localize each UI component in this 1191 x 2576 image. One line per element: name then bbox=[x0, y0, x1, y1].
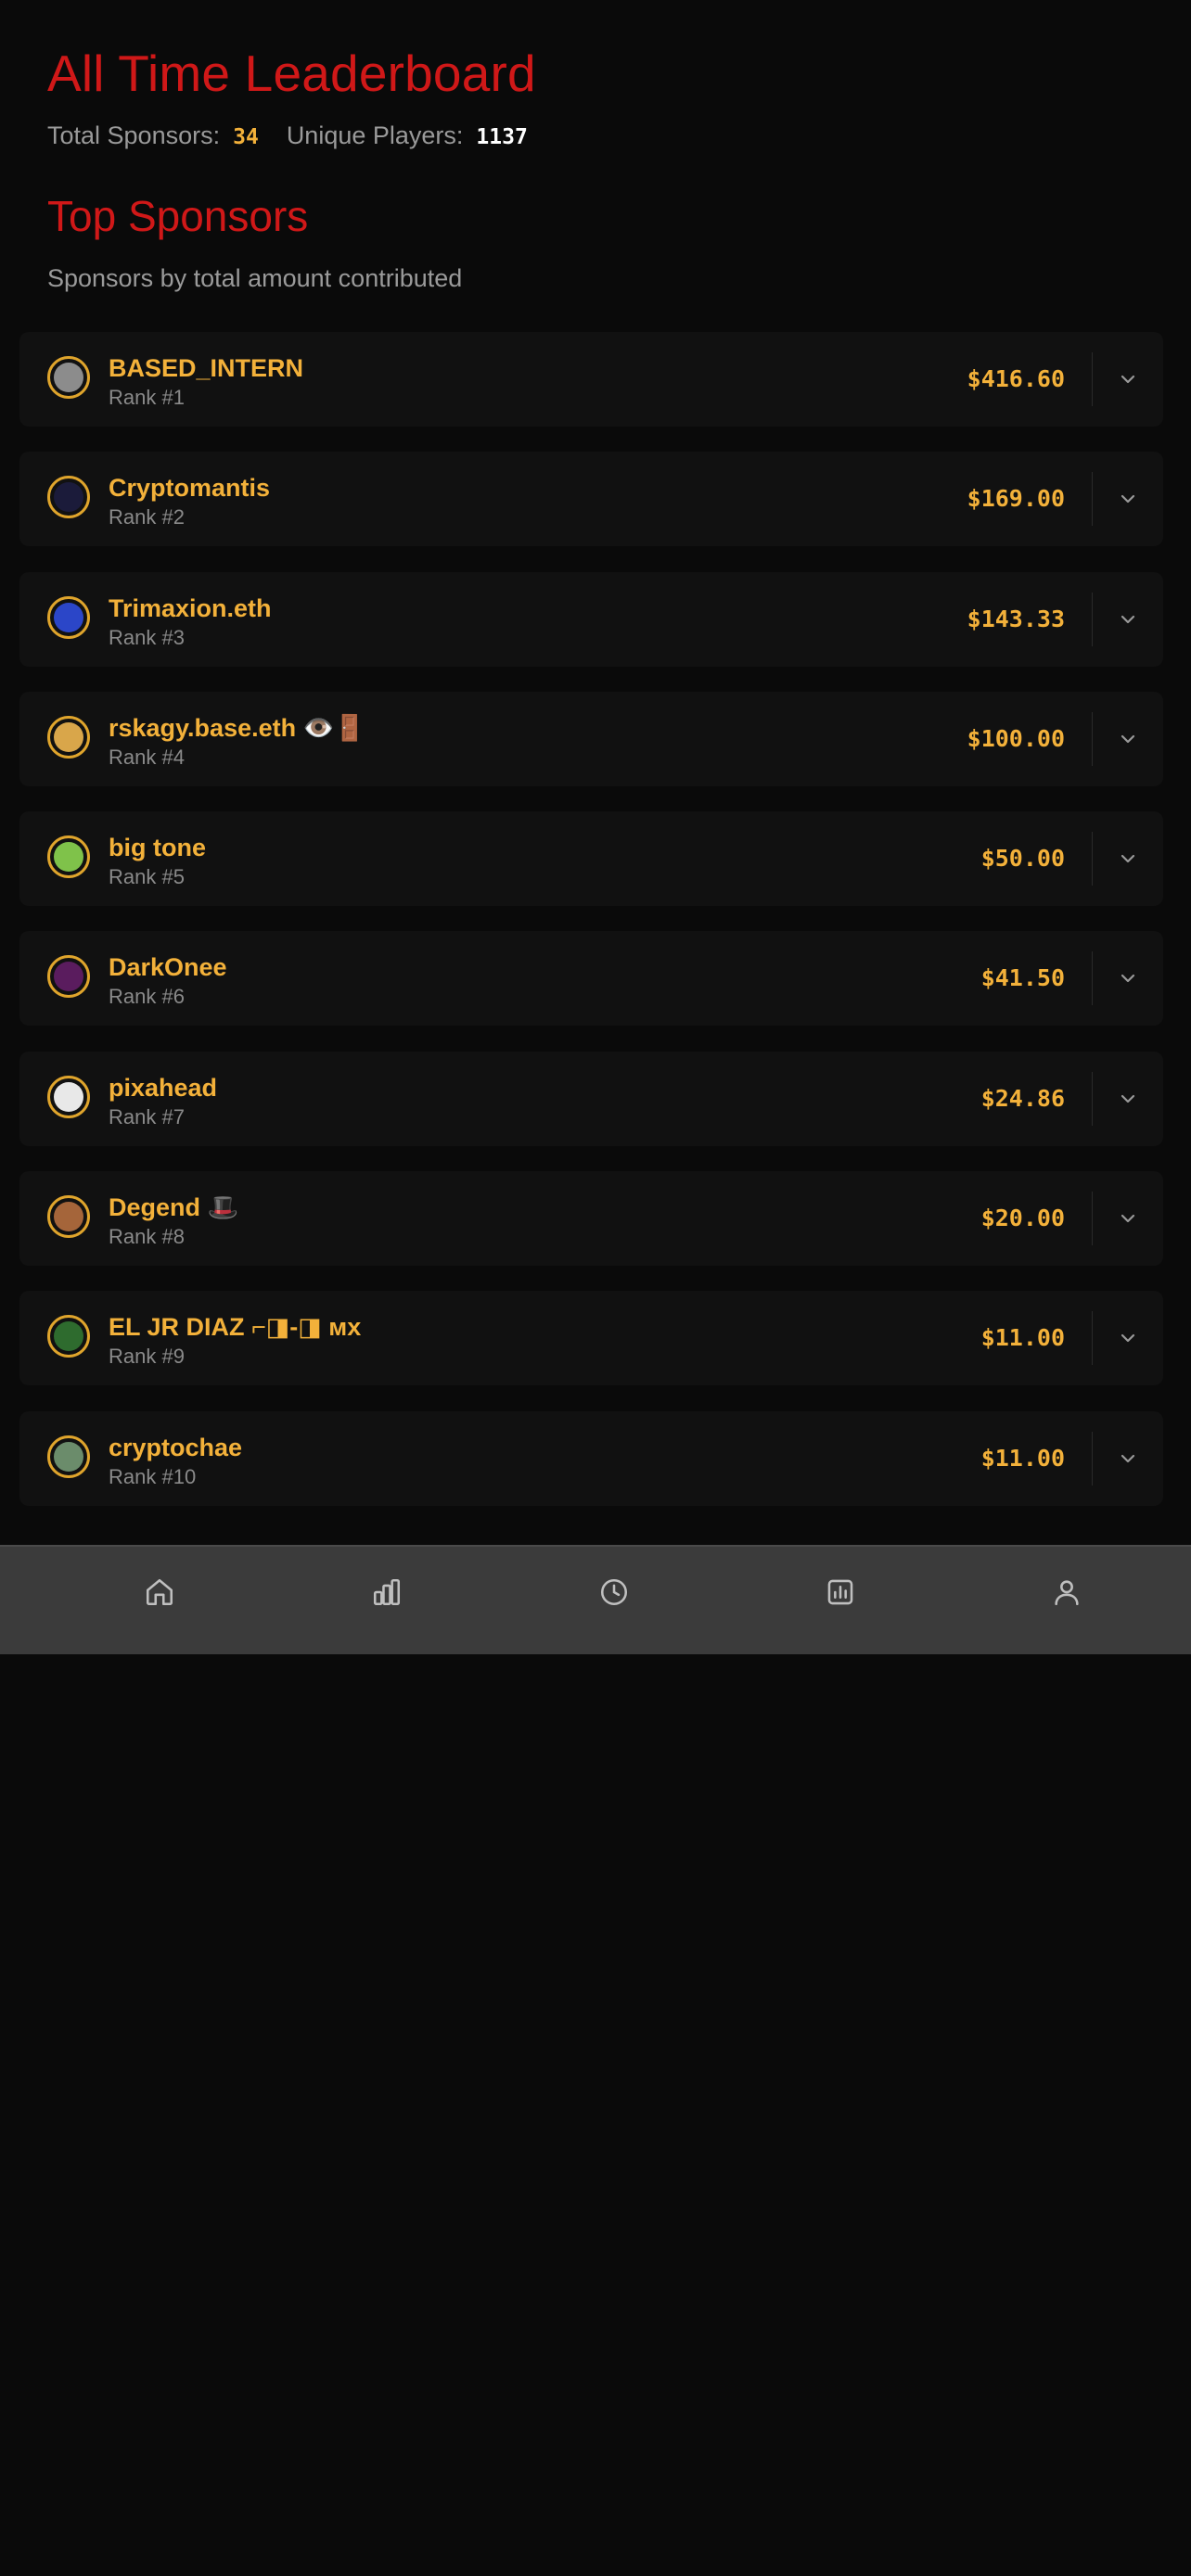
sponsor-rank: Rank #1 bbox=[109, 386, 185, 409]
sponsor-amount: $50.00 bbox=[980, 845, 1065, 873]
chevron-down-icon bbox=[1121, 1214, 1135, 1223]
chevron-down-icon bbox=[1121, 1454, 1135, 1462]
sponsor-row[interactable]: Degend 🎩 Rank #8 $20.00 bbox=[19, 1171, 1163, 1267]
sponsor-amount: $11.00 bbox=[980, 1444, 1065, 1472]
total-sponsors-label: Total Sponsors: bbox=[47, 121, 221, 149]
unique-players-label: Unique Players: bbox=[286, 121, 464, 149]
sponsor-name: Degend 🎩 bbox=[109, 1193, 239, 1222]
bottom-nav bbox=[0, 1545, 1191, 1654]
expand-button[interactable] bbox=[1111, 962, 1145, 995]
avatar bbox=[47, 1315, 90, 1358]
sponsor-row[interactable]: rskagy.base.eth 👁️🚪 Rank #4 $100.00 bbox=[19, 691, 1163, 786]
sponsor-rank: Rank #4 bbox=[109, 745, 185, 769]
sponsor-list: BASED_INTERN Rank #1 $416.60 Cryptomanti… bbox=[19, 332, 1163, 1531]
avatar bbox=[47, 835, 90, 879]
chevron-down-icon bbox=[1121, 975, 1135, 983]
avatar bbox=[47, 476, 90, 519]
page-title: All Time Leaderboard bbox=[47, 45, 536, 102]
expand-button[interactable] bbox=[1111, 722, 1145, 756]
nav-stats[interactable] bbox=[820, 1572, 861, 1613]
sponsor-rank: Rank #5 bbox=[109, 865, 185, 889]
sponsor-rank: Rank #9 bbox=[109, 1345, 185, 1369]
nav-leaderboard[interactable] bbox=[366, 1572, 407, 1613]
sponsor-name: Trimaxion.eth bbox=[109, 593, 272, 622]
sponsor-rank: Rank #3 bbox=[109, 625, 185, 649]
chevron-down-icon bbox=[1121, 495, 1135, 504]
sponsor-name: Cryptomantis bbox=[109, 474, 271, 503]
leaderboard-header: All Time Leaderboard Total Sponsors: 34 Un… bbox=[47, 37, 1142, 156]
total-sponsors-value: 34 bbox=[233, 125, 259, 149]
section-subtitle: Sponsors by total amount contributed bbox=[47, 264, 463, 292]
sponsor-name: BASED_INTERN bbox=[109, 354, 304, 382]
avatar bbox=[47, 595, 90, 639]
avatar bbox=[47, 1435, 90, 1478]
chevron-down-icon bbox=[1121, 1094, 1135, 1103]
user-icon bbox=[1055, 1580, 1079, 1606]
expand-button[interactable] bbox=[1111, 1442, 1145, 1475]
leaderboard-page: All Time Leaderboard Total Sponsors: 34 Un… bbox=[0, 0, 1191, 2576]
nav-home[interactable] bbox=[139, 1572, 180, 1613]
expand-button[interactable] bbox=[1111, 1082, 1145, 1116]
sponsor-amount: $169.00 bbox=[967, 485, 1065, 513]
expand-button[interactable] bbox=[1111, 1202, 1145, 1235]
expand-button[interactable] bbox=[1111, 363, 1145, 396]
clock-icon bbox=[600, 1578, 628, 1606]
chevron-down-icon bbox=[1121, 734, 1135, 743]
chevron-down-icon bbox=[1121, 615, 1135, 623]
sponsor-name: big tone bbox=[109, 834, 206, 862]
expand-button[interactable] bbox=[1111, 482, 1145, 516]
avatar bbox=[47, 356, 90, 399]
sponsor-name: pixahead bbox=[109, 1073, 218, 1102]
sponsor-row[interactable]: Trimaxion.eth Rank #3 $143.33 bbox=[19, 571, 1163, 667]
stats-icon bbox=[827, 1579, 853, 1605]
unique-players-value: 1137 bbox=[476, 125, 528, 149]
sponsor-rank: Rank #6 bbox=[109, 985, 185, 1009]
expand-button[interactable] bbox=[1111, 603, 1145, 636]
section-title: Top Sponsors bbox=[47, 192, 309, 240]
sponsor-row[interactable]: BASED_INTERN Rank #1 $416.60 bbox=[19, 332, 1163, 427]
chevron-down-icon bbox=[1121, 375, 1135, 384]
nav-history[interactable] bbox=[594, 1572, 634, 1613]
avatar bbox=[47, 715, 90, 759]
sponsor-amount: $100.00 bbox=[967, 724, 1065, 752]
home-icon bbox=[146, 1578, 173, 1606]
sponsor-name: DarkOnee bbox=[109, 953, 227, 982]
sponsor-amount: $11.00 bbox=[980, 1324, 1065, 1352]
sponsor-rank: Rank #2 bbox=[109, 505, 185, 529]
sponsor-amount: $416.60 bbox=[967, 365, 1065, 392]
avatar bbox=[47, 955, 90, 999]
sponsor-amount: $41.50 bbox=[980, 964, 1065, 992]
sponsor-name: cryptochae bbox=[109, 1433, 243, 1461]
sponsor-row[interactable]: cryptochae Rank #10 $11.00 bbox=[19, 1410, 1163, 1506]
sponsor-rank: Rank #7 bbox=[109, 1104, 185, 1129]
sponsor-row[interactable]: DarkOnee Rank #6 $41.50 bbox=[19, 931, 1163, 1027]
sponsor-name: rskagy.base.eth 👁️🚪 bbox=[109, 713, 365, 742]
sponsor-name: EL JR DIAZ ⌐◨-◨ ᴍx bbox=[109, 1313, 362, 1342]
chevron-down-icon bbox=[1121, 1334, 1135, 1343]
nav-profile[interactable] bbox=[1046, 1572, 1087, 1613]
sponsor-amount: $20.00 bbox=[980, 1205, 1065, 1232]
sponsor-amount: $143.33 bbox=[967, 605, 1065, 632]
sponsor-rank: Rank #10 bbox=[109, 1464, 197, 1488]
expand-button[interactable] bbox=[1111, 1321, 1145, 1355]
sponsor-row[interactable]: Cryptomantis Rank #2 $169.00 bbox=[19, 452, 1163, 547]
avatar bbox=[47, 1195, 90, 1239]
chevron-down-icon bbox=[1121, 855, 1135, 863]
sponsor-row[interactable]: pixahead Rank #7 $24.86 bbox=[19, 1051, 1163, 1146]
sponsor-row[interactable]: EL JR DIAZ ⌐◨-◨ ᴍx Rank #9 $11.00 bbox=[19, 1291, 1163, 1386]
sponsor-row[interactable]: big tone Rank #5 $50.00 bbox=[19, 811, 1163, 907]
expand-button[interactable] bbox=[1111, 842, 1145, 875]
sponsor-amount: $24.86 bbox=[980, 1084, 1065, 1112]
avatar bbox=[47, 1075, 90, 1118]
bar-chart-icon bbox=[373, 1578, 401, 1606]
stats-line: Total Sponsors: 34 Unique Players: 1137 bbox=[47, 117, 1142, 156]
sponsor-rank: Rank #8 bbox=[109, 1225, 185, 1249]
